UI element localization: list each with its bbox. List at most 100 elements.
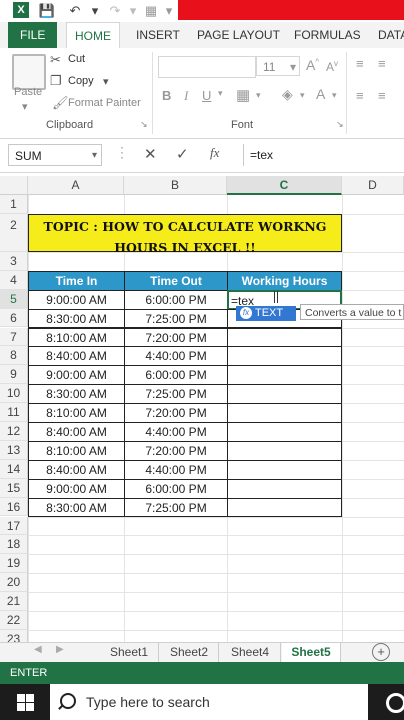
row-header[interactable]: 20 bbox=[0, 573, 28, 593]
select-all-corner[interactable] bbox=[0, 176, 28, 195]
table-cell-time-in[interactable]: 8:10:00 AM bbox=[28, 327, 125, 348]
tab-home[interactable]: HOME bbox=[66, 22, 120, 50]
row-header[interactable]: 5 bbox=[0, 289, 28, 309]
bold-icon[interactable]: B bbox=[162, 88, 171, 103]
row-header[interactable]: 4 bbox=[0, 270, 28, 290]
row-header[interactable]: 16 bbox=[0, 497, 28, 517]
borders-dropdown-icon[interactable]: ▾ bbox=[256, 90, 261, 101]
cut-button[interactable]: Cut bbox=[68, 53, 85, 65]
table-cell-time-in[interactable]: 9:00:00 AM bbox=[28, 365, 125, 386]
header-time-out[interactable]: Time Out bbox=[124, 270, 228, 291]
underline-icon[interactable]: U bbox=[202, 88, 211, 103]
table-cell-time-out[interactable]: 7:20:00 PM bbox=[124, 327, 228, 348]
chevron-down-icon[interactable]: ▾ bbox=[92, 145, 97, 167]
row-header[interactable]: 15 bbox=[0, 478, 28, 498]
table-cell-time-in[interactable]: 8:10:00 AM bbox=[28, 403, 125, 423]
table-cell-working-hours[interactable] bbox=[227, 478, 342, 499]
table-cell-working-hours[interactable] bbox=[227, 365, 342, 386]
save-icon[interactable]: 💾 bbox=[38, 2, 56, 20]
windows-start-icon[interactable] bbox=[17, 694, 35, 711]
paste-icon[interactable] bbox=[12, 54, 46, 90]
align-top-icon[interactable]: ≡ bbox=[356, 56, 364, 71]
table-cell-time-out[interactable]: 4:40:00 PM bbox=[124, 422, 228, 442]
copy-icon[interactable]: ❐ bbox=[50, 73, 62, 89]
italic-icon[interactable]: I bbox=[184, 88, 188, 104]
table-cell-working-hours[interactable] bbox=[227, 327, 342, 348]
table-cell-time-out[interactable]: 6:00:00 PM bbox=[124, 289, 228, 310]
font-size-dropdown[interactable]: 11 ▾ bbox=[256, 56, 300, 76]
tab-formulas[interactable]: FORMULAS bbox=[294, 22, 361, 48]
row-header[interactable]: 22 bbox=[0, 611, 28, 630]
align-left-icon[interactable]: ≡ bbox=[356, 88, 364, 103]
formula-input[interactable]: =tex bbox=[243, 144, 404, 166]
underline-dropdown-icon[interactable]: ▾ bbox=[218, 88, 223, 99]
table-cell-time-in[interactable]: 8:30:00 AM bbox=[28, 384, 125, 405]
taskbar-search-box[interactable]: Type here to search bbox=[50, 684, 368, 720]
table-cell-working-hours[interactable] bbox=[227, 346, 342, 367]
table-cell-time-in[interactable]: 8:40:00 AM bbox=[28, 346, 125, 367]
table-cell-time-in[interactable]: 9:00:00 AM bbox=[28, 478, 125, 499]
sheet-tab-sheet2[interactable]: Sheet2 bbox=[160, 643, 219, 662]
row-header[interactable]: 18 bbox=[0, 535, 28, 555]
table-cell-working-hours[interactable] bbox=[227, 440, 342, 461]
row-header[interactable]: 1 bbox=[0, 195, 28, 214]
row-header[interactable]: 7 bbox=[0, 327, 28, 347]
table-cell-time-out[interactable]: 7:25:00 PM bbox=[124, 308, 228, 329]
table-cell-time-in[interactable]: 8:40:00 AM bbox=[28, 422, 125, 442]
table-cell-time-in[interactable]: 8:10:00 AM bbox=[28, 440, 125, 461]
header-working-hours[interactable]: Working Hours bbox=[227, 270, 342, 291]
cortana-icon[interactable] bbox=[386, 693, 404, 713]
row-header[interactable]: 11 bbox=[0, 403, 28, 422]
redo-dropdown-icon[interactable]: ▾ bbox=[124, 2, 142, 20]
copy-dropdown-icon[interactable]: ▾ bbox=[103, 75, 109, 88]
row-header[interactable]: 21 bbox=[0, 592, 28, 611]
column-header-c[interactable]: C bbox=[227, 176, 342, 195]
table-cell-time-out[interactable]: 4:40:00 PM bbox=[124, 459, 228, 480]
row-header[interactable]: 19 bbox=[0, 554, 28, 574]
undo-dropdown-icon[interactable]: ▾ bbox=[86, 2, 104, 20]
increase-font-icon[interactable]: A^ bbox=[306, 57, 319, 73]
fill-color-dropdown-icon[interactable]: ▾ bbox=[300, 90, 305, 101]
row-header[interactable]: 17 bbox=[0, 516, 28, 536]
clipboard-launcher-icon[interactable]: ↘ bbox=[140, 119, 148, 130]
table-cell-time-out[interactable]: 6:00:00 PM bbox=[124, 478, 228, 499]
autocomplete-item-text[interactable]: fx TEXT bbox=[236, 306, 296, 321]
font-launcher-icon[interactable]: ↘ bbox=[336, 119, 344, 130]
paste-button[interactable]: Paste bbox=[14, 86, 42, 98]
table-cell-time-out[interactable]: 7:25:00 PM bbox=[124, 384, 228, 405]
sheet-tab-sheet1[interactable]: Sheet1 bbox=[100, 643, 159, 662]
table-icon[interactable]: ▦ bbox=[142, 2, 160, 20]
cut-icon[interactable]: ✂ bbox=[50, 52, 61, 68]
row-header[interactable]: 12 bbox=[0, 422, 28, 441]
tab-page-layout[interactable]: PAGE LAYOUT bbox=[197, 22, 280, 48]
title-cell[interactable]: TOPIC : HOW TO CALCULATE WORKNG HOURS IN … bbox=[28, 213, 342, 255]
table-cell-working-hours[interactable] bbox=[227, 403, 342, 423]
add-sheet-icon[interactable]: + bbox=[372, 643, 390, 661]
table-cell-time-in[interactable]: 8:30:00 AM bbox=[28, 497, 125, 518]
row-header[interactable]: 3 bbox=[0, 251, 28, 271]
align-middle-icon[interactable]: ≡ bbox=[378, 56, 386, 71]
column-header-d[interactable]: D bbox=[342, 176, 404, 195]
enter-icon[interactable]: ✓ bbox=[176, 145, 189, 163]
row-header[interactable]: 8 bbox=[0, 346, 28, 366]
font-color-dropdown-icon[interactable]: ▾ bbox=[332, 90, 337, 101]
table-cell-time-out[interactable]: 4:40:00 PM bbox=[124, 346, 228, 367]
table-cell-time-in[interactable]: 8:40:00 AM bbox=[28, 459, 125, 480]
column-header-a[interactable]: A bbox=[28, 176, 124, 195]
name-box[interactable]: SUM ▾ bbox=[8, 144, 102, 166]
table-cell-working-hours[interactable] bbox=[227, 422, 342, 442]
table-cell-working-hours[interactable] bbox=[227, 384, 342, 405]
tab-file[interactable]: FILE bbox=[8, 22, 58, 48]
row-header[interactable]: 13 bbox=[0, 440, 28, 460]
cancel-icon[interactable]: ✕ bbox=[144, 145, 157, 163]
fill-color-icon[interactable]: ◈ bbox=[282, 86, 293, 103]
customize-dropdown-icon[interactable]: ▾ bbox=[160, 2, 178, 20]
row-header[interactable]: 14 bbox=[0, 459, 28, 479]
table-cell-time-out[interactable]: 7:25:00 PM bbox=[124, 497, 228, 518]
tab-insert[interactable]: INSERT bbox=[136, 22, 180, 48]
table-cell-time-in[interactable]: 8:30:00 AM bbox=[28, 308, 125, 329]
row-header[interactable]: 10 bbox=[0, 384, 28, 404]
redo-icon[interactable]: ↷ bbox=[106, 2, 124, 20]
font-name-dropdown[interactable] bbox=[158, 56, 256, 78]
borders-icon[interactable]: ▦ bbox=[236, 86, 250, 104]
